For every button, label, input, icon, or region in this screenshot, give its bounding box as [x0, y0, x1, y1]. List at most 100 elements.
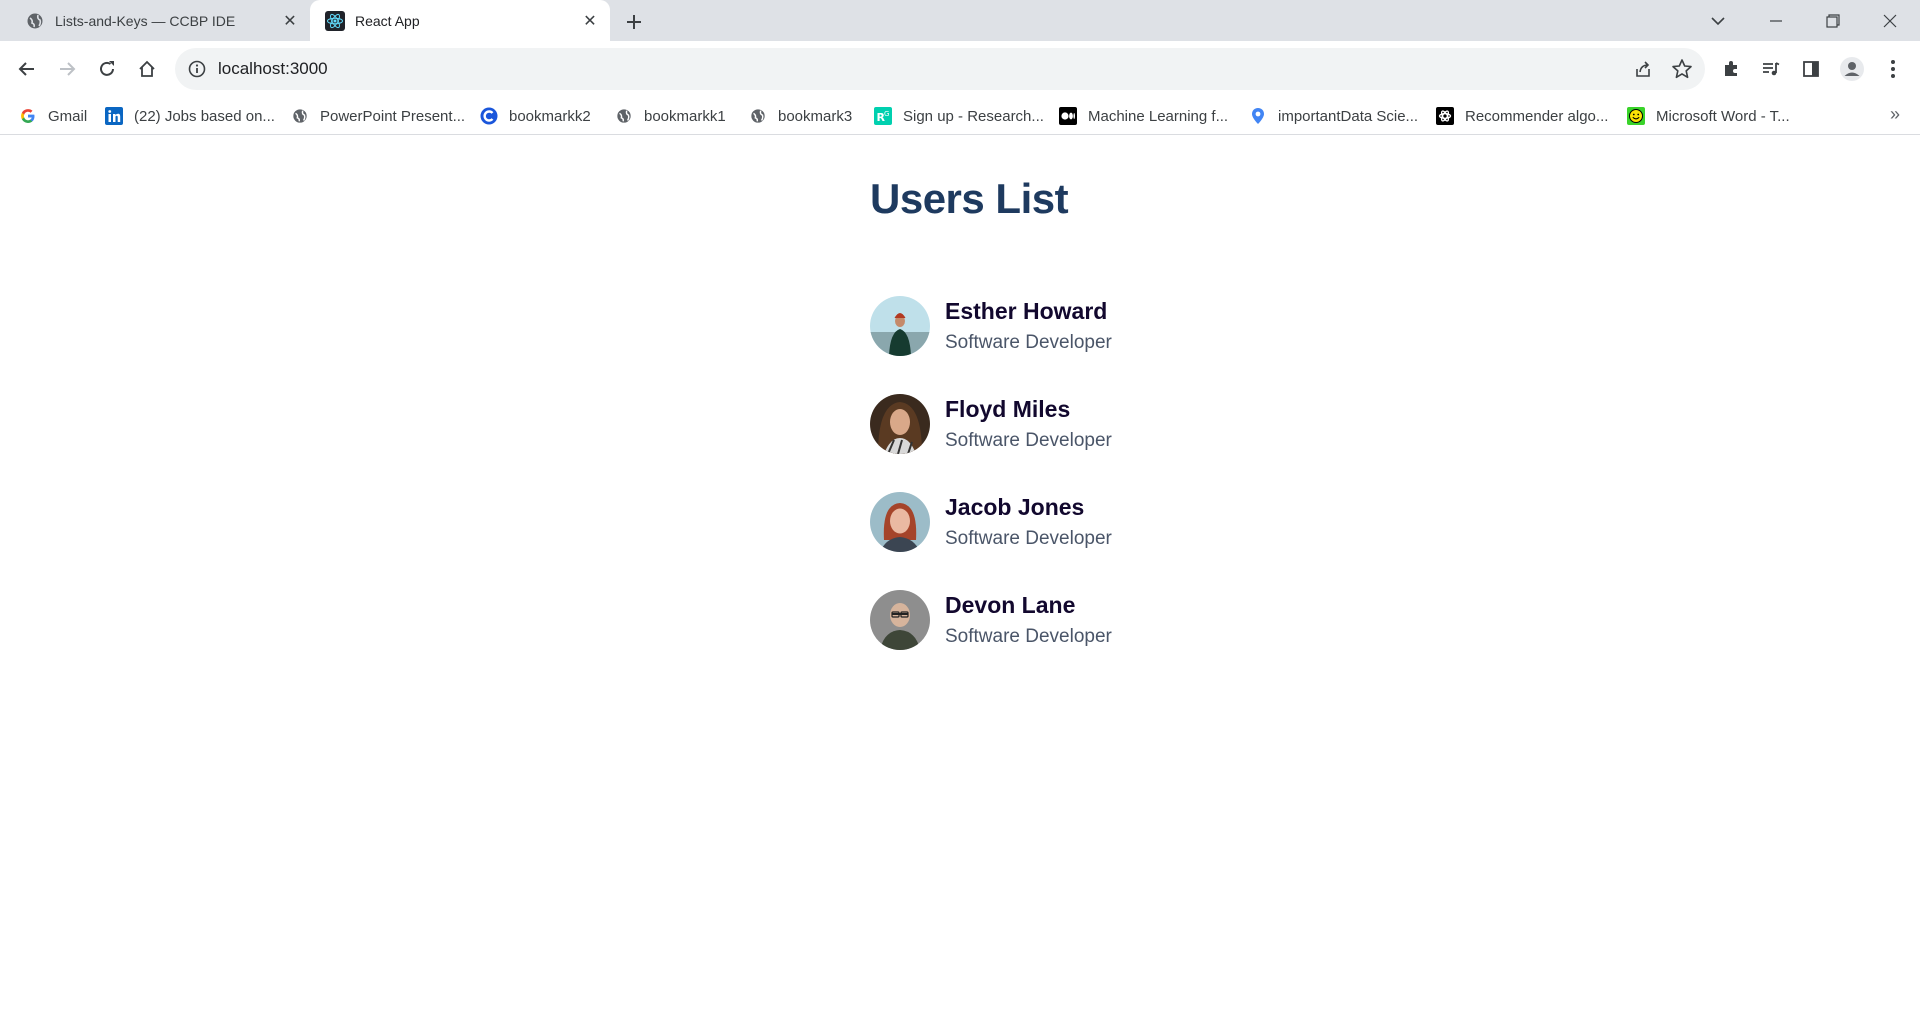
media-queue-icon — [1763, 62, 1780, 76]
puzzle-icon — [1725, 61, 1737, 76]
bookmark-machine-learning[interactable]: Machine Learning f... — [1059, 104, 1228, 128]
bookmark-label: (22) Jobs based on... — [134, 107, 275, 125]
user-details: Floyd Miles Software Developer — [945, 395, 1112, 453]
user-name: Jacob Jones — [945, 494, 1085, 520]
bookmark-label: bookmark3 — [778, 107, 853, 125]
back-button[interactable] — [12, 54, 42, 84]
new-tab-button[interactable] — [620, 8, 648, 36]
list-item: Devon Lane Software Developer — [870, 571, 1112, 669]
globe-icon — [25, 11, 45, 31]
bookmarks-bar: Gmail (22) Jobs based on... PowerPoint P… — [0, 97, 1920, 135]
bookmark-bookmark3[interactable]: bookmark3 — [749, 104, 852, 128]
address-bar[interactable]: localhost:3000 — [175, 48, 1705, 90]
user-details: Esther Howard Software Developer — [945, 297, 1112, 355]
bookmark-bookmarkk1[interactable]: bookmarkk1 — [615, 104, 726, 128]
bookmark-label: Recommender algo... — [1465, 107, 1609, 125]
close-icon[interactable]: ✕ — [578, 9, 602, 33]
avatar — [870, 394, 930, 454]
list-item: Floyd Miles Software Developer — [870, 375, 1112, 473]
info-icon[interactable] — [187, 59, 207, 84]
globe-icon — [291, 107, 309, 125]
minimize-icon — [1770, 19, 1782, 22]
tab-strip: Lists-and-Keys — CCBP IDE ✕ React App ✕ — [0, 0, 1920, 41]
arrow-left-icon — [18, 62, 34, 76]
svg-text:G: G — [884, 110, 889, 118]
bookmark-researchgate[interactable]: RG Sign up - Research... — [874, 104, 1044, 128]
avatar — [870, 590, 930, 650]
avatar — [870, 296, 930, 356]
bookmark-gmail[interactable]: Gmail — [19, 104, 87, 128]
side-panel-icon — [1803, 61, 1819, 77]
list-item: Jacob Jones Software Developer — [870, 473, 1112, 571]
bookmark-label: bookmarkk1 — [644, 107, 726, 125]
side-panel-button[interactable] — [1796, 54, 1826, 84]
bookmark-linkedin-jobs[interactable]: (22) Jobs based on... — [105, 104, 275, 128]
tab-search-button[interactable] — [1690, 0, 1746, 41]
bookmark-recommender-algo[interactable]: Recommender algo... — [1436, 104, 1608, 128]
chevron-down-icon — [1711, 16, 1725, 25]
react-icon — [325, 10, 345, 31]
linkedin-icon — [105, 107, 123, 125]
globe-icon — [749, 107, 767, 125]
bookmark-microsoft-word[interactable]: Microsoft Word - T... — [1627, 104, 1790, 128]
user-details: Devon Lane Software Developer — [945, 591, 1112, 649]
share-icon[interactable] — [1633, 59, 1653, 84]
menu-button[interactable] — [1878, 54, 1908, 84]
tab-title: React App — [355, 12, 420, 29]
bookmark-label: Microsoft Word - T... — [1656, 107, 1790, 125]
tab-title: Lists-and-Keys — CCBP IDE — [55, 12, 236, 29]
bookmark-label: importantData Scie... — [1278, 107, 1419, 125]
close-window-button[interactable] — [1862, 0, 1918, 41]
location-icon — [1249, 107, 1267, 125]
browser-toolbar: localhost:3000 — [0, 41, 1920, 97]
list-item: Esther Howard Software Developer — [870, 277, 1112, 375]
forward-button[interactable] — [52, 54, 82, 84]
avatar — [870, 492, 930, 552]
c-logo-icon — [480, 107, 498, 125]
close-icon — [1883, 14, 1897, 27]
star-icon[interactable] — [1671, 58, 1693, 85]
google-icon — [19, 107, 37, 125]
more-bookmarks-icon[interactable]: » — [1890, 104, 1900, 125]
users-list-container: Users List Esther Howard Software Develo… — [870, 135, 1370, 650]
bookmark-label: Sign up - Research... — [903, 107, 1044, 125]
minimize-button[interactable] — [1748, 0, 1804, 41]
extensions-button[interactable] — [1716, 54, 1746, 84]
reload-icon — [100, 61, 114, 76]
page-title: Users List — [870, 175, 1069, 222]
bookmark-label: Gmail — [48, 107, 88, 125]
bookmark-bookmarkk2[interactable]: bookmarkk2 — [480, 104, 591, 128]
arrow-right-icon — [60, 62, 76, 76]
more-vert-icon — [1891, 60, 1895, 78]
reload-button[interactable] — [92, 54, 122, 84]
restore-icon — [1826, 13, 1840, 28]
home-button[interactable] — [132, 54, 162, 84]
avatar-icon — [1840, 57, 1864, 81]
user-details: Jacob Jones Software Developer — [945, 493, 1112, 551]
user-role: Software Developer — [945, 430, 1112, 451]
profile-button[interactable] — [1837, 54, 1867, 84]
bookmark-powerpoint[interactable]: PowerPoint Present... — [291, 104, 465, 128]
restore-button[interactable] — [1805, 0, 1861, 41]
bookmark-important-data-science[interactable]: importantData Scie... — [1249, 104, 1418, 128]
tab-react-app[interactable]: React App ✕ — [310, 0, 610, 41]
user-name: Floyd Miles — [945, 396, 1071, 422]
user-list: Esther Howard Software Developer Floyd M… — [870, 277, 1112, 669]
url-text[interactable]: localhost:3000 — [218, 59, 328, 79]
user-role: Software Developer — [945, 528, 1112, 549]
medium-icon — [1059, 107, 1077, 125]
user-name: Devon Lane — [945, 592, 1076, 618]
close-icon[interactable]: ✕ — [278, 9, 302, 33]
bookmark-label: PowerPoint Present... — [320, 107, 466, 125]
user-name: Esther Howard — [945, 298, 1108, 324]
tab-lists-and-keys[interactable]: Lists-and-Keys — CCBP IDE ✕ — [10, 0, 310, 41]
globe-icon — [615, 107, 633, 125]
smiley-icon — [1627, 107, 1645, 125]
user-role: Software Developer — [945, 626, 1112, 647]
bookmark-label: Machine Learning f... — [1088, 107, 1229, 125]
media-button[interactable] — [1756, 54, 1786, 84]
researchgate-icon: RG — [874, 107, 892, 125]
home-icon — [139, 60, 155, 77]
bookmark-label: bookmarkk2 — [509, 107, 591, 125]
plus-icon — [627, 15, 641, 29]
